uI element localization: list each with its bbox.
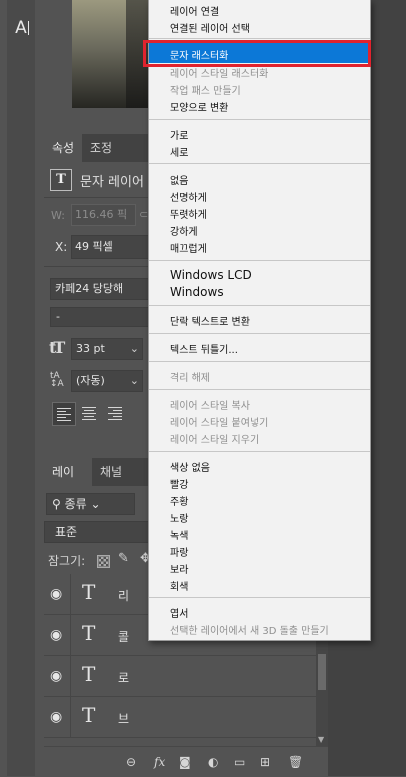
type-layer-thumbnail: T (82, 580, 96, 604)
layers-footer: ⊖ fx ◙ ◐ ▭ ⊞ 🗑 (44, 746, 328, 777)
visibility-eye-icon[interactable]: ◉ (50, 586, 62, 602)
menu-item-aa-none[interactable]: 없음 (170, 172, 188, 187)
fx-icon[interactable]: fx (154, 755, 165, 769)
layer-name[interactable]: 브 (118, 710, 129, 727)
align-center-icon[interactable] (78, 402, 100, 424)
menu-item-color-blue[interactable]: 파랑 (170, 544, 188, 559)
menu-item-warp-text[interactable]: 텍스트 뒤틀기... (170, 341, 238, 356)
new-group-icon[interactable]: ▭ (234, 755, 245, 769)
horizontal-type-tool-icon[interactable]: A (9, 16, 35, 40)
menu-item-horizontal[interactable]: 가로 (170, 127, 188, 142)
layer-kind-label: 문자 레이어 (80, 175, 144, 190)
trash-icon[interactable]: 🗑 (288, 755, 303, 769)
menu-item-select-linked[interactable]: 연결된 레이어 선택 (170, 20, 250, 35)
menu-item-new-3d-extrusion: 선택한 레이어에서 새 3D 돌출 만들기 (170, 626, 329, 637)
menu-item-release-isolation: 격리 해제 (170, 373, 210, 384)
menu-item-aa-sharp[interactable]: 선명하게 (170, 189, 207, 204)
tab-channels[interactable]: 채널 (92, 458, 130, 486)
chevron-down-icon: ⌄ (129, 342, 139, 355)
menu-item-aa-crisp[interactable]: 뚜렷하게 (170, 206, 207, 221)
link-layers-icon[interactable]: ⊖ (126, 755, 136, 769)
menu-item-aa-strong[interactable]: 강하게 (170, 223, 198, 238)
menu-item-color-gray[interactable]: 회색 (170, 578, 188, 593)
type-layer-icon: T (50, 169, 72, 191)
tab-adjustments[interactable]: 조정 (82, 134, 120, 162)
menu-item-paste-layer-style: 레이어 스타일 붙여넣기 (170, 418, 269, 429)
menu-item-windows-lcd[interactable]: Windows LCD (170, 268, 252, 282)
layer-name[interactable]: 콜 (118, 628, 129, 645)
layer-row[interactable]: ◉ T 로 (44, 656, 316, 697)
menu-item-color-yellow[interactable]: 노랑 (170, 510, 188, 525)
layer-name[interactable]: 리 (118, 587, 129, 604)
adjustment-layer-icon[interactable]: ◐ (208, 755, 218, 769)
font-size-value: 33 pt (76, 342, 105, 355)
menu-item-color-none[interactable]: 색상 없음 (170, 459, 210, 474)
leading-select[interactable]: (자동) ⌄ (71, 370, 143, 392)
menu-item-color-orange[interactable]: 주황 (170, 493, 188, 508)
menu-item-color-violet[interactable]: 보라 (170, 561, 188, 576)
menu-item-windows[interactable]: Windows (170, 285, 224, 299)
type-layer-thumbnail: T (82, 662, 96, 686)
color-picker-field[interactable] (72, 0, 150, 108)
layer-name[interactable]: 로 (118, 669, 129, 686)
tools-column (7, 0, 35, 776)
visibility-eye-icon[interactable]: ◉ (50, 627, 62, 643)
lock-label: 잠그기: (48, 554, 86, 568)
tools-panel (0, 0, 40, 776)
tab-properties[interactable]: 속성 (44, 134, 83, 162)
menu-item-link-layers[interactable]: 레이어 연결 (170, 3, 219, 18)
font-style-select[interactable]: - (50, 307, 153, 327)
blend-mode-select[interactable]: 표준 (44, 521, 164, 543)
menu-item-convert-paragraph[interactable]: 단락 텍스트로 변환 (170, 313, 250, 328)
menu-item-clear-layer-style: 레이어 스타일 지우기 (170, 435, 260, 446)
type-layer-thumbnail: T (82, 621, 96, 645)
font-size-select[interactable]: 33 pt ⌄ (71, 338, 143, 360)
annotation-highlight-box (143, 40, 371, 67)
add-mask-icon[interactable]: ◙ (179, 755, 191, 769)
lock-transparent-icon[interactable] (97, 555, 110, 568)
type-layer-thumbnail: T (82, 703, 96, 727)
x-label: X: (55, 240, 68, 254)
visibility-eye-icon[interactable]: ◉ (50, 709, 62, 725)
menu-item-copy-layer-style: 레이어 스타일 복사 (170, 401, 250, 412)
x-position-field[interactable]: 49 픽셀 (71, 235, 150, 259)
chevron-down-icon: ⌄ (129, 374, 139, 387)
menu-item-postcard[interactable]: 엽서 (170, 605, 188, 620)
menu-item-color-green[interactable]: 녹색 (170, 527, 188, 542)
menu-item-color-red[interactable]: 빨강 (170, 476, 188, 491)
lock-pixels-icon[interactable]: ✎ (118, 551, 129, 566)
link-icon[interactable]: ⊂ (139, 208, 148, 221)
layer-filter-select[interactable]: ⚲ 종류 ⌄ (46, 493, 135, 515)
filter-value: 종류 (64, 497, 87, 511)
layer-context-menu: 레이어 연결 연결된 레이어 선택 문자 래스터화 레이어 스타일 래스터화 작… (148, 0, 371, 641)
font-family-select[interactable]: 카페24 당당해 (50, 278, 152, 300)
align-right-icon[interactable] (104, 402, 126, 424)
font-size-icon: tT (49, 338, 65, 357)
type-tool-glyph: A (15, 18, 27, 38)
layer-row[interactable]: ◉ T 브 (44, 697, 316, 738)
align-left-icon[interactable] (52, 402, 76, 426)
width-field[interactable]: 116.46 픽 (71, 204, 136, 226)
width-label: W: (51, 209, 65, 222)
leading-icon: tA ↕A (50, 371, 64, 389)
menu-item-aa-smooth[interactable]: 매끄럽게 (170, 240, 207, 255)
menu-item-create-work-path: 작업 패스 만들기 (170, 86, 241, 97)
new-layer-icon[interactable]: ⊞ (260, 755, 270, 769)
menu-item-rasterize-layer-style: 레이어 스타일 래스터화 (170, 69, 269, 80)
leading-value: (자동) (76, 374, 105, 387)
menu-item-vertical[interactable]: 세로 (170, 144, 188, 159)
menu-item-convert-to-shape[interactable]: 모양으로 변환 (170, 99, 228, 114)
tab-layers[interactable]: 레이어 (44, 458, 92, 507)
visibility-eye-icon[interactable]: ◉ (50, 668, 62, 684)
